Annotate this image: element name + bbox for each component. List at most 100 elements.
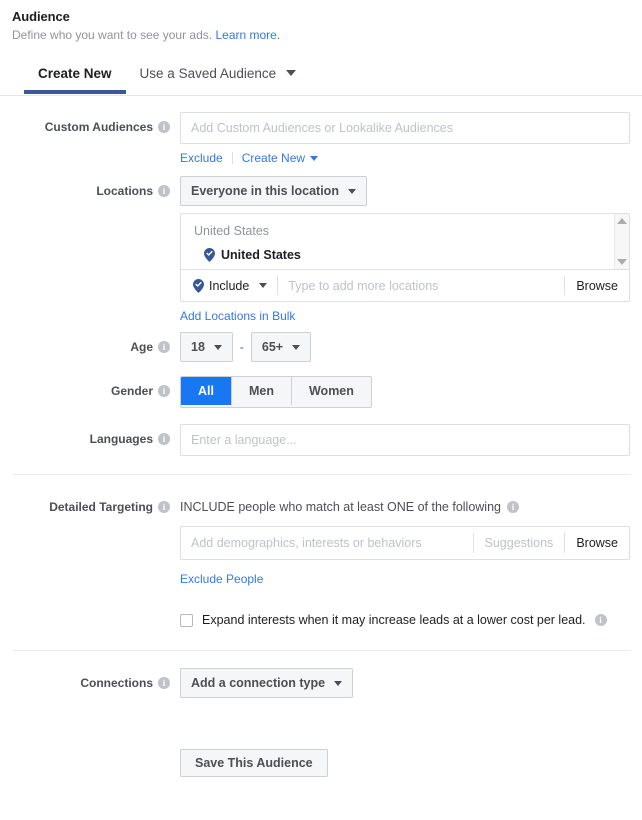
exclude-people-link[interactable]: Exclude People	[180, 572, 263, 586]
detailed-targeting-sublinks: Exclude People	[180, 572, 630, 586]
chevron-down-icon	[285, 70, 296, 76]
browse-targeting-button[interactable]: Browse	[565, 536, 629, 550]
detailed-targeting-label: Detailed Targeting	[49, 500, 153, 514]
exclude-audiences-link[interactable]: Exclude	[180, 151, 223, 165]
map-pin-check-icon	[193, 278, 204, 293]
page-subtitle: Define who you want to see your ads. Lea…	[12, 27, 642, 43]
add-location-input[interactable]	[278, 278, 565, 293]
languages-input[interactable]	[180, 424, 630, 456]
chevron-down-icon	[292, 344, 301, 350]
info-icon[interactable]: i	[158, 433, 170, 445]
gender-label: Gender	[110, 384, 153, 398]
row-age: Age i 18 - 65+	[0, 332, 642, 362]
tab-use-saved-audience[interactable]: Use a Saved Audience	[126, 65, 310, 93]
section-divider	[12, 474, 630, 475]
connections-field: Add a connection type	[180, 668, 630, 698]
age-min-value: 18	[191, 340, 205, 354]
include-exclude-select[interactable]: Include	[181, 278, 277, 293]
expand-interests-field: Expand interests when it may increase le…	[180, 613, 630, 627]
learn-more-link[interactable]: Learn more.	[215, 28, 280, 42]
connection-type-select[interactable]: Add a connection type	[180, 668, 354, 698]
locations-box: United States United States Include Type…	[180, 213, 630, 302]
chevron-down-icon	[310, 156, 319, 161]
age-min-select[interactable]: 18	[180, 332, 233, 362]
locations-field: Everyone in this location United States …	[180, 176, 630, 323]
save-field: Save This Audience	[180, 749, 630, 777]
audience-form: Custom Audiences i Exclude Create New Lo…	[0, 96, 642, 777]
sublink-divider	[231, 152, 233, 164]
connections-label-col: Connections i	[12, 668, 180, 698]
gender-label-col: Gender i	[12, 376, 180, 406]
custom-audiences-field: Exclude Create New	[180, 112, 630, 165]
languages-label-col: Languages i	[12, 424, 180, 454]
expand-interests-checkbox[interactable]	[180, 613, 193, 627]
row-expand-interests: Expand interests when it may increase le…	[0, 613, 642, 627]
page-header: Audience Define who you want to see your…	[0, 0, 642, 43]
info-icon[interactable]: i	[158, 501, 170, 513]
gender-option-all[interactable]: All	[181, 377, 232, 405]
gender-field: All Men Women	[180, 376, 630, 408]
connection-type-value: Add a connection type	[191, 676, 326, 690]
custom-audiences-sublinks: Exclude Create New	[180, 151, 630, 165]
tab-create-new[interactable]: Create New	[24, 65, 126, 94]
languages-field	[180, 424, 630, 456]
add-locations-in-bulk-link[interactable]: Add Locations in Bulk	[180, 309, 295, 323]
info-icon[interactable]: i	[158, 185, 170, 197]
scroll-down-icon[interactable]	[617, 259, 627, 265]
age-label-col: Age i	[12, 332, 180, 362]
location-scope-select[interactable]: Everyone in this location	[180, 176, 367, 206]
gender-option-men[interactable]: Men	[231, 377, 292, 405]
info-icon[interactable]: i	[158, 121, 170, 133]
row-locations: Locations i Everyone in this location Un…	[0, 176, 642, 323]
detailed-targeting-field: INCLUDE people who match at least ONE of…	[180, 492, 630, 586]
detailed-targeting-heading: INCLUDE people who match at least ONE of…	[180, 492, 630, 522]
location-scope-value: Everyone in this location	[191, 184, 339, 198]
include-exclude-value: Include	[209, 278, 250, 293]
gender-toggle-group: All Men Women	[180, 376, 372, 408]
create-new-audience-label: Create New	[241, 151, 306, 165]
info-icon[interactable]: i	[158, 677, 170, 689]
custom-audiences-label-col: Custom Audiences i	[12, 112, 180, 142]
connections-label: Connections	[80, 676, 153, 690]
age-range-separator: -	[239, 340, 244, 354]
custom-audiences-input[interactable]	[180, 112, 630, 144]
row-detailed-targeting: Detailed Targeting i INCLUDE people who …	[0, 492, 642, 586]
locations-scrollbar[interactable]	[614, 214, 629, 269]
age-label: Age	[130, 340, 153, 354]
create-new-audience-link[interactable]: Create New	[241, 151, 319, 165]
row-languages: Languages i	[0, 424, 642, 456]
age-field: 18 - 65+	[180, 332, 630, 362]
row-gender: Gender i All Men Women	[0, 376, 642, 408]
chevron-down-icon	[334, 680, 343, 686]
tab-use-saved-audience-label: Use a Saved Audience	[139, 66, 277, 81]
info-icon[interactable]: i	[594, 614, 607, 626]
location-list-item[interactable]: United States	[181, 248, 629, 262]
row-save-audience: Save This Audience	[0, 749, 642, 777]
scroll-up-icon[interactable]	[617, 218, 627, 224]
expand-interests-row: Expand interests when it may increase le…	[180, 613, 630, 627]
chevron-down-icon	[347, 188, 356, 194]
locations-sublinks: Add Locations in Bulk	[180, 309, 630, 323]
age-max-value: 65+	[261, 340, 284, 354]
chevron-down-icon	[213, 344, 222, 350]
detailed-targeting-input-wrap: Suggestions Browse	[180, 526, 630, 560]
info-icon[interactable]: i	[158, 341, 170, 353]
suggestions-button[interactable]: Suggestions	[474, 536, 565, 550]
locations-entry-row: Include Browse	[181, 270, 629, 301]
detailed-targeting-input[interactable]	[181, 536, 473, 550]
custom-audiences-label: Custom Audiences	[44, 120, 153, 134]
save-this-audience-button[interactable]: Save This Audience	[180, 749, 328, 777]
tab-create-new-label: Create New	[38, 66, 112, 81]
languages-label: Languages	[89, 432, 153, 446]
row-connections: Connections i Add a connection type	[0, 668, 642, 698]
section-divider	[12, 650, 630, 651]
gender-option-women[interactable]: Women	[291, 377, 371, 405]
info-icon[interactable]: i	[507, 501, 519, 513]
age-max-select[interactable]: 65+	[250, 332, 312, 362]
browse-locations-button[interactable]: Browse	[565, 279, 629, 293]
location-group-title: United States	[194, 224, 270, 238]
location-list-item-label: United States	[221, 248, 301, 262]
page-subtitle-text: Define who you want to see your ads.	[12, 28, 213, 42]
detailed-targeting-heading-text: INCLUDE people who match at least ONE of…	[180, 500, 501, 514]
info-icon[interactable]: i	[158, 385, 170, 397]
